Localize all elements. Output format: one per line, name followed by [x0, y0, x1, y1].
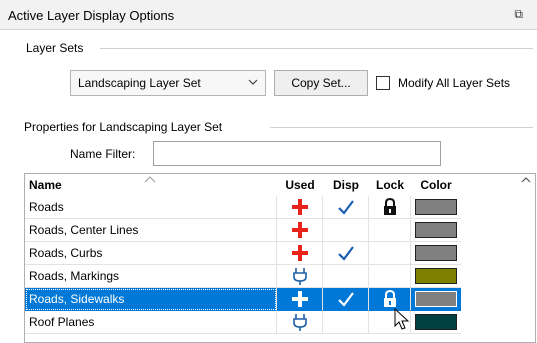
- row-used-toggle[interactable]: [277, 288, 323, 311]
- row-name: Roads, Center Lines: [29, 223, 139, 237]
- modify-all-label: Modify All Layer Sets: [398, 76, 511, 90]
- row-used-toggle[interactable]: [277, 265, 323, 288]
- table-row[interactable]: Roads: [25, 196, 461, 219]
- row-color-cell[interactable]: [411, 288, 461, 311]
- grid-header-row: Name Used Disp Lock Color: [25, 174, 461, 196]
- row-lock-toggle[interactable]: [369, 242, 411, 265]
- modify-all-checkbox[interactable]: [376, 76, 390, 90]
- plus-cross-icon: [291, 291, 308, 307]
- row-name-cell[interactable]: Roof Planes: [25, 311, 277, 334]
- row-name-cell[interactable]: Roads, Markings: [25, 265, 277, 288]
- column-header-disp[interactable]: Disp: [323, 174, 369, 196]
- layer-set-dropdown[interactable]: Landscaping Layer Set: [70, 70, 266, 96]
- row-name-cell[interactable]: Roads: [25, 196, 277, 219]
- row-lock-toggle[interactable]: [369, 196, 411, 219]
- row-display-toggle[interactable]: [323, 311, 369, 334]
- layer-set-dropdown-value: Landscaping Layer Set: [78, 76, 201, 90]
- properties-divider: [270, 127, 533, 128]
- row-name: Roads, Curbs: [29, 246, 103, 260]
- name-filter-input[interactable]: [153, 141, 441, 166]
- row-color-cell[interactable]: [411, 242, 461, 265]
- float-window-icon[interactable]: ⧉: [514, 7, 523, 22]
- mouse-cursor-icon: [394, 308, 410, 330]
- window-title: Active Layer Display Options: [8, 8, 175, 23]
- row-display-toggle[interactable]: [323, 242, 369, 265]
- column-header-name-label: Name: [29, 178, 62, 192]
- row-color-cell[interactable]: [411, 265, 461, 288]
- color-swatch[interactable]: [415, 222, 457, 238]
- table-row[interactable]: Roads, Center Lines: [25, 219, 461, 242]
- color-swatch[interactable]: [415, 314, 457, 330]
- row-color-cell[interactable]: [411, 219, 461, 242]
- chevron-down-icon: [248, 79, 258, 85]
- sort-ascending-icon: [144, 176, 156, 183]
- table-row[interactable]: Roads, Curbs: [25, 242, 461, 265]
- row-display-toggle[interactable]: [323, 196, 369, 219]
- plus-cross-icon: [291, 245, 308, 261]
- layer-sets-group-label: Layer Sets: [26, 41, 90, 55]
- properties-group-label: Properties for Landscaping Layer Set: [24, 120, 229, 134]
- row-name-cell[interactable]: Roads, Center Lines: [25, 219, 277, 242]
- color-swatch[interactable]: [415, 291, 457, 307]
- column-header-used[interactable]: Used: [277, 174, 323, 196]
- plus-cross-icon: [291, 222, 308, 238]
- column-header-lock[interactable]: Lock: [369, 174, 411, 196]
- row-name: Roof Planes: [29, 315, 95, 329]
- row-name: Roads, Markings: [29, 269, 120, 283]
- checkmark-icon: [337, 200, 354, 215]
- color-swatch[interactable]: [415, 199, 457, 215]
- row-used-toggle[interactable]: [277, 242, 323, 265]
- row-name-cell[interactable]: Roads, Sidewalks: [25, 288, 277, 311]
- row-name: Roads, Sidewalks: [29, 292, 125, 306]
- row-display-toggle[interactable]: [323, 265, 369, 288]
- row-name-cell[interactable]: Roads, Curbs: [25, 242, 277, 265]
- scroll-up-icon[interactable]: [521, 176, 531, 184]
- color-swatch[interactable]: [415, 245, 457, 261]
- color-swatch[interactable]: [415, 268, 457, 284]
- grid-scrollbar[interactable]: [518, 174, 535, 342]
- row-lock-toggle[interactable]: [369, 265, 411, 288]
- checkmark-icon: [337, 246, 354, 261]
- title-bar: Active Layer Display Options ⧉: [0, 0, 537, 30]
- padlock-icon: [383, 290, 396, 307]
- column-header-name[interactable]: Name: [25, 174, 277, 196]
- plug-icon: [292, 268, 307, 285]
- table-row[interactable]: Roads, Markings: [25, 265, 461, 288]
- column-header-color[interactable]: Color: [411, 174, 461, 196]
- layer-sets-divider: [100, 48, 533, 49]
- row-display-toggle[interactable]: [323, 219, 369, 242]
- padlock-icon: [383, 198, 396, 215]
- row-used-toggle[interactable]: [277, 196, 323, 219]
- plug-icon: [292, 314, 307, 331]
- row-color-cell[interactable]: [411, 196, 461, 219]
- layer-grid[interactable]: Name Used Disp Lock Color Roads Roads, Ce…: [24, 173, 536, 343]
- row-lock-toggle[interactable]: [369, 219, 411, 242]
- row-used-toggle[interactable]: [277, 311, 323, 334]
- plus-cross-icon: [291, 199, 308, 215]
- checkmark-icon: [337, 292, 354, 307]
- name-filter-label: Name Filter:: [70, 147, 136, 161]
- row-color-cell[interactable]: [411, 311, 461, 334]
- row-name: Roads: [29, 200, 64, 214]
- row-used-toggle[interactable]: [277, 219, 323, 242]
- copy-set-button[interactable]: Copy Set...: [274, 70, 368, 96]
- row-display-toggle[interactable]: [323, 288, 369, 311]
